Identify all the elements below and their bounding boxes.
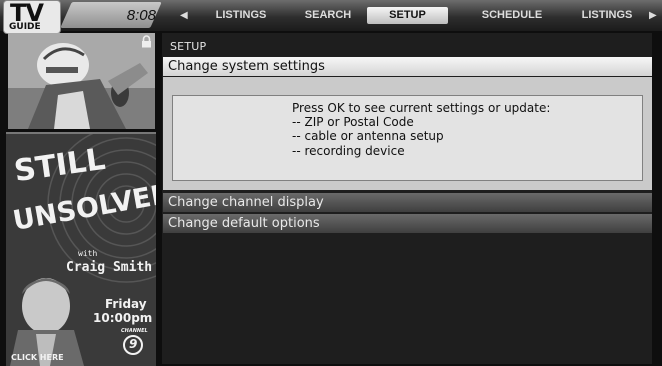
tab-listings-right[interactable]: LISTINGS <box>567 7 647 24</box>
ad-with-text: with <box>78 249 98 258</box>
tab-schedule[interactable]: SCHEDULE <box>462 7 562 24</box>
show-ad-banner[interactable]: STILL UNSOLVED with Craig Smith Friday 1… <box>6 132 156 366</box>
logo-guide-text: GUIDE <box>9 22 41 32</box>
football-player-image <box>8 33 155 129</box>
tab-listings-left[interactable]: LISTINGS <box>196 7 286 24</box>
ad-host-name: Craig Smith <box>66 260 153 275</box>
right-arrow-icon[interactable]: ▶ <box>649 10 657 21</box>
info-intro: Press OK to see current settings or upda… <box>292 101 551 115</box>
clock: 8:08 <box>126 7 156 24</box>
tv-guide-logo: TV GUIDE <box>4 1 60 33</box>
menu-item-change-channel-display[interactable]: Change channel display <box>163 193 652 212</box>
tab-setup[interactable]: SETUP <box>367 7 448 24</box>
section-title: SETUP <box>170 40 207 53</box>
menu-item-change-system-settings[interactable]: Change system settings <box>163 57 652 76</box>
info-bullet-zip: -- ZIP or Postal Code <box>292 115 414 129</box>
left-arrow-icon[interactable]: ◀ <box>180 10 188 21</box>
info-bullet-recording: -- recording device <box>292 144 405 158</box>
click-here-link[interactable]: CLICK HERE <box>11 353 64 362</box>
info-bullet-cable: -- cable or antenna setup <box>292 129 444 143</box>
promo-sports-image[interactable] <box>8 33 155 129</box>
ad-channel-label: CHANNEL <box>121 328 148 334</box>
ad-time: 10:00pm <box>93 311 153 325</box>
ad-day: Friday <box>105 297 147 311</box>
lock-icon <box>140 33 153 48</box>
ad-channel-number: 9 <box>129 337 138 351</box>
tab-search[interactable]: SEARCH <box>285 7 371 24</box>
menu-item-change-default-options[interactable]: Change default options <box>163 214 652 233</box>
